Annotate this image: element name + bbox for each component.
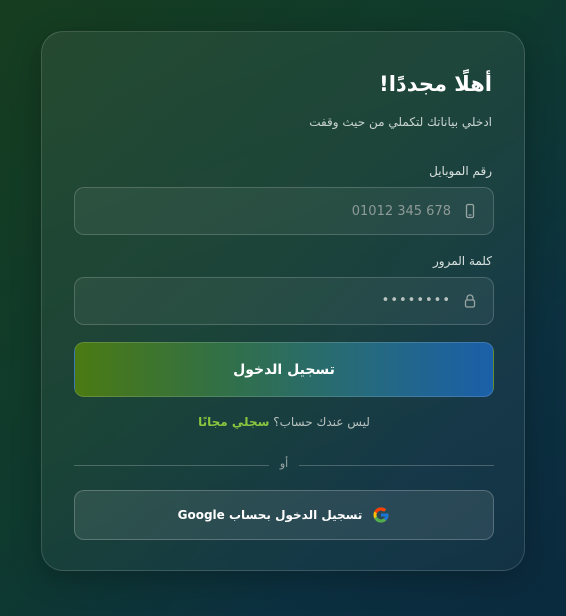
signup-link[interactable]: سجلي مجانًا [198, 415, 269, 429]
google-button-label: تسجيل الدخول بحساب Google [177, 508, 363, 522]
no-account-text: ليس عندك حساب؟ [273, 415, 370, 429]
google-login-button[interactable]: تسجيل الدخول بحساب Google [74, 490, 494, 540]
login-card: أهلًا مجددًا! ادخلي بياناتك لتكملي من حي… [41, 31, 525, 571]
password-field[interactable]: •••••••• [74, 277, 494, 325]
phone-input[interactable] [111, 188, 451, 234]
login-button[interactable]: تسجيل الدخول [74, 342, 494, 397]
phone-label: رقم الموبايل [429, 164, 492, 178]
divider-line-right [299, 465, 494, 466]
lock-icon [462, 293, 478, 309]
phone-field[interactable] [74, 187, 494, 235]
phone-icon [462, 203, 478, 219]
google-icon [372, 506, 390, 524]
signup-prompt: ليس عندك حساب؟ سجلي مجانًا [74, 415, 494, 429]
password-input[interactable]: •••••••• [382, 278, 451, 324]
password-label: كلمة المرور [432, 254, 492, 268]
page-title: أهلًا مجددًا! [379, 72, 492, 96]
divider-or: أو [279, 457, 289, 470]
page-subtitle: ادخلي بياناتك لتكملي من حيث وقفت [309, 115, 492, 129]
